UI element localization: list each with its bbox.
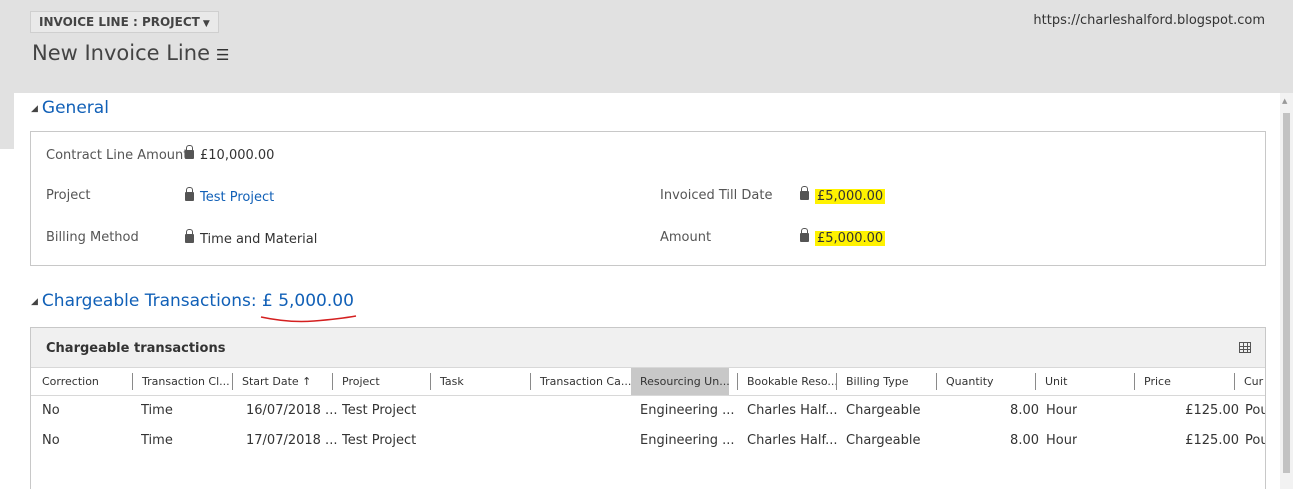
cell-unit-link[interactable]: Hour xyxy=(1046,426,1077,456)
column-billing-type[interactable]: Billing Type xyxy=(836,373,936,390)
scrollbar-thumb[interactable] xyxy=(1283,113,1290,473)
lock-icon xyxy=(185,187,194,201)
cell-start-date: 17/07/2018 ... xyxy=(246,433,338,448)
chargeable-section-header[interactable]: ◢ Chargeable Transactions: £ 5,000.00 xyxy=(31,291,354,311)
cell-billing-type: Chargeable xyxy=(846,433,921,448)
column-header-row: Correction Transaction Cl... Start Date … xyxy=(31,368,1265,396)
cell-transaction-class: Time xyxy=(141,403,173,418)
cell-quantity: 8.00 xyxy=(1010,433,1039,448)
lock-icon xyxy=(800,186,809,200)
cell-project-link[interactable]: Test Project xyxy=(342,396,416,426)
column-task[interactable]: Task xyxy=(430,373,530,390)
project-link[interactable]: Test Project xyxy=(200,190,274,205)
chargeable-section-title: Chargeable Transactions: xyxy=(41,291,257,311)
column-quantity[interactable]: Quantity xyxy=(936,373,1036,390)
billing-method-text: Time and Material xyxy=(200,232,318,247)
column-bookable-resource[interactable]: Bookable Reso... xyxy=(737,373,838,390)
cell-billing-type: Chargeable xyxy=(846,403,921,418)
cell-start-date: 16/07/2018 ... xyxy=(246,403,338,418)
project-label: Project xyxy=(46,188,91,203)
grid-header: Chargeable transactions xyxy=(31,328,1265,368)
grid-title: Chargeable transactions xyxy=(46,341,226,356)
cell-bookable-resource-link[interactable]: Charles Half... xyxy=(747,396,838,426)
general-section-box: Contract Line Amount £10,000.00 Project … xyxy=(30,131,1266,266)
invoiced-till-date-label: Invoiced Till Date xyxy=(660,188,773,203)
left-panel-strip xyxy=(0,93,14,149)
contract-line-amount-text: £10,000.00 xyxy=(200,148,275,163)
general-section-title: General xyxy=(41,98,109,118)
cell-currency-link[interactable]: Pou xyxy=(1245,426,1265,456)
column-correction[interactable]: Correction xyxy=(42,368,130,395)
invoiced-till-date-text: £5,000.00 xyxy=(815,189,886,204)
column-transaction-class[interactable]: Transaction Cl... xyxy=(132,373,233,390)
cell-price: £125.00 xyxy=(1185,433,1239,448)
chargeable-total: £ 5,000.00 xyxy=(261,291,354,311)
column-price[interactable]: Price xyxy=(1134,373,1234,390)
page-title: New Invoice Line ☰ xyxy=(32,41,229,65)
column-currency[interactable]: Cur xyxy=(1234,373,1265,390)
billing-method-label: Billing Method xyxy=(46,230,139,245)
cell-project-link[interactable]: Test Project xyxy=(342,426,416,456)
list-menu-icon[interactable]: ☰ xyxy=(216,46,229,64)
cell-unit-link[interactable]: Hour xyxy=(1046,396,1077,426)
general-section-header[interactable]: ◢ General xyxy=(31,98,109,118)
cell-resourcing-unit-link[interactable]: Engineering ... xyxy=(640,426,735,456)
column-start-date[interactable]: Start Date ↑ xyxy=(232,373,332,390)
lock-icon xyxy=(185,145,194,159)
contract-line-amount-label: Contract Line Amount xyxy=(46,148,189,163)
red-underline-annotation xyxy=(260,315,357,323)
amount-text: £5,000.00 xyxy=(815,231,886,246)
table-row[interactable]: No Time 16/07/2018 ... Test Project Engi… xyxy=(31,396,1265,426)
scroll-up-icon[interactable]: ▲ xyxy=(1282,97,1287,105)
project-value: Test Project xyxy=(185,187,274,205)
cell-correction: No xyxy=(42,403,60,418)
collapse-triangle-icon[interactable]: ◢ xyxy=(31,297,38,307)
lock-icon xyxy=(185,229,194,243)
invoiced-till-date-value: £5,000.00 xyxy=(800,186,886,204)
contract-line-amount-value: £10,000.00 xyxy=(185,145,275,163)
cell-correction: No xyxy=(42,433,60,448)
amount-value: £5,000.00 xyxy=(800,228,886,246)
amount-label: Amount xyxy=(660,230,712,245)
column-unit[interactable]: Unit xyxy=(1035,373,1135,390)
page-header: INVOICE LINE : PROJECT ▼ New Invoice Line… xyxy=(0,0,1293,93)
chevron-down-icon: ▼ xyxy=(202,19,210,29)
billing-method-value: Time and Material xyxy=(185,229,318,247)
watermark-url: https://charleshalford.blogspot.com xyxy=(1033,13,1265,28)
column-transaction-category[interactable]: Transaction Ca... xyxy=(530,373,631,390)
page-title-text: New Invoice Line xyxy=(32,41,210,65)
form-selector-dropdown[interactable]: INVOICE LINE : PROJECT ▼ xyxy=(30,11,219,33)
cell-resourcing-unit-link[interactable]: Engineering ... xyxy=(640,396,735,426)
grid-view-icon[interactable] xyxy=(1239,342,1251,353)
column-project[interactable]: Project xyxy=(332,373,432,390)
chargeable-transactions-grid: Chargeable transactions Correction Trans… xyxy=(30,327,1266,489)
table-row[interactable]: No Time 17/07/2018 ... Test Project Engi… xyxy=(31,426,1265,456)
column-resourcing-unit[interactable]: Resourcing Un... xyxy=(631,368,729,395)
form-selector-label: INVOICE LINE : PROJECT xyxy=(39,15,200,29)
cell-price: £125.00 xyxy=(1185,403,1239,418)
collapse-triangle-icon[interactable]: ◢ xyxy=(31,104,38,114)
cell-transaction-class: Time xyxy=(141,433,173,448)
cell-bookable-resource-link[interactable]: Charles Half... xyxy=(747,426,838,456)
cell-quantity: 8.00 xyxy=(1010,403,1039,418)
vertical-scrollbar[interactable]: ▲ xyxy=(1280,93,1293,489)
cell-currency-link[interactable]: Pou xyxy=(1245,396,1265,426)
lock-icon xyxy=(800,228,809,242)
